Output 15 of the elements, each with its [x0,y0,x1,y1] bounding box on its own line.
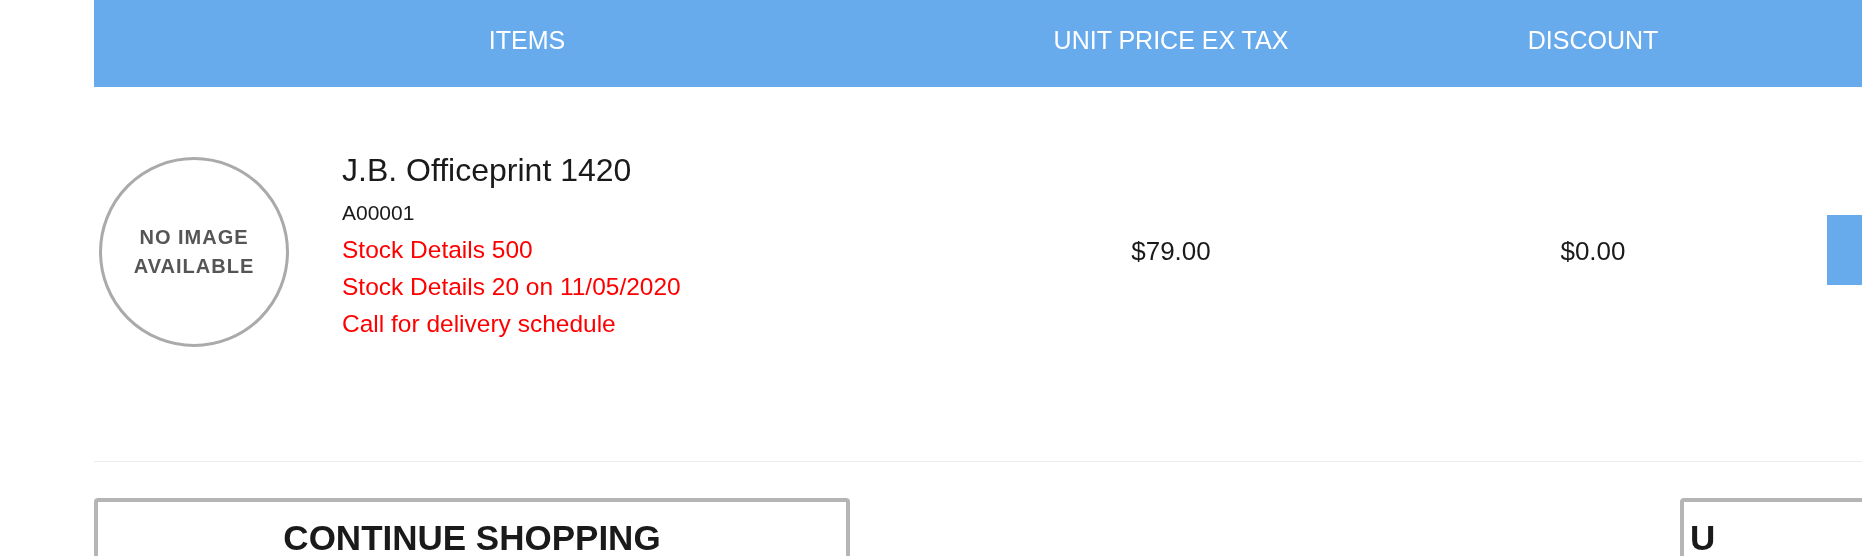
unit-price: $79.00 [1131,236,1211,267]
column-header: UNIT PRICE EX TAX [1053,26,1289,55]
stock-note: Stock Details 500 [342,234,534,265]
placeholder-text: NO IMAGE [139,224,249,250]
placeholder-text: AVAILABLE [133,253,255,279]
continue-shopping-button[interactable]: CONTINUE SHOPPING [94,498,850,556]
product-code: A00001 [342,200,416,225]
action-button[interactable] [1827,214,1862,285]
cart-button[interactable]: U [1680,498,1862,556]
stock-note: Call for delivery schedule [342,308,617,339]
discount: $0.00 [1560,236,1626,267]
product-name: J.B. Officeprint 1420 [342,151,633,189]
stock-note: Stock Details 20 on 11/05/2020 [342,271,681,302]
column-header: DISCOUNT [1527,26,1659,55]
column-header: ITEMS [488,26,566,55]
